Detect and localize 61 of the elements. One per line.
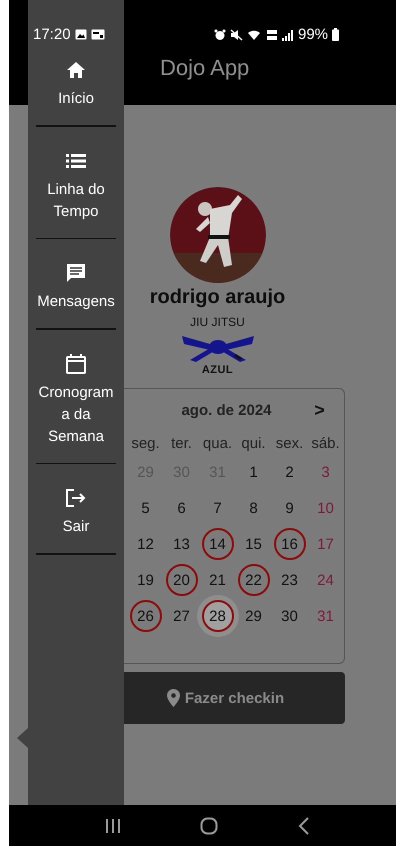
- calendar-day[interactable]: 13: [166, 528, 198, 560]
- calendar-day[interactable]: 1: [238, 456, 270, 488]
- calendar-icon: [65, 352, 87, 374]
- battery-level: 99%: [298, 26, 328, 43]
- calendar-day[interactable]: 31: [310, 600, 342, 632]
- next-month-button[interactable]: >: [312, 400, 328, 420]
- battery-icon: [332, 28, 340, 41]
- calendar-day[interactable]: 9: [274, 492, 306, 524]
- calendar-day[interactable]: 14: [202, 528, 234, 560]
- image-icon: [74, 29, 87, 40]
- drawer-item[interactable]: Linha do Tempo: [28, 126, 124, 238]
- calendar-day[interactable]: 12: [130, 528, 162, 560]
- calendar-day[interactable]: 3: [310, 456, 342, 488]
- calendar-day[interactable]: 10: [310, 492, 342, 524]
- clock-time: 17:20: [33, 26, 71, 43]
- month-title: ago. de 2024: [180, 402, 273, 418]
- card-icon: [90, 29, 105, 40]
- drawer-item[interactable]: Cronograma da Semana: [28, 330, 124, 462]
- home-icon: [66, 61, 86, 79]
- network-icon: [266, 28, 278, 40]
- weekday-label: seg.: [130, 434, 161, 452]
- drawer-item[interactable]: Sair: [28, 464, 124, 553]
- weekday-label: ter.: [170, 434, 193, 452]
- calendar-day[interactable]: 8: [238, 492, 270, 524]
- calendar-day[interactable]: 2: [274, 456, 306, 488]
- calendar-day[interactable]: 27: [166, 600, 198, 632]
- weekday-label: qua.: [202, 434, 234, 452]
- profile-name: rodrigo araujo: [150, 285, 286, 310]
- calendar-day[interactable]: 15: [238, 528, 270, 560]
- recent-apps-icon[interactable]: [104, 818, 121, 834]
- calendar-day[interactable]: 24: [310, 564, 342, 596]
- weekday-label: sáb.: [310, 434, 341, 452]
- calendar-day[interactable]: 17: [310, 528, 342, 560]
- calendar-day[interactable]: 26: [130, 600, 162, 632]
- alarm-icon: [214, 28, 226, 40]
- home-button-icon[interactable]: [200, 816, 218, 834]
- calendar-day[interactable]: 16: [274, 528, 306, 560]
- list-icon: [66, 154, 86, 168]
- belt-label: AZUL: [202, 363, 234, 378]
- signal-icon: [282, 28, 294, 40]
- weekday-label: qui.: [240, 434, 267, 452]
- back-icon[interactable]: [298, 816, 310, 834]
- message-icon: [65, 262, 87, 284]
- logout-icon: [65, 488, 87, 508]
- calendar-day[interactable]: 7: [202, 492, 234, 524]
- calendar-day[interactable]: 5: [130, 492, 162, 524]
- app-title: Dojo App: [160, 55, 250, 81]
- calendar-day[interactable]: 29: [238, 600, 270, 632]
- calendar-day[interactable]: 21: [202, 564, 234, 596]
- weekday-label: sex.: [274, 434, 304, 452]
- calendar-day[interactable]: 22: [238, 564, 270, 596]
- calendar-day[interactable]: 20: [166, 564, 198, 596]
- drawer-item[interactable]: Mensagens: [28, 239, 124, 328]
- location-pin-icon: [166, 689, 180, 707]
- mute-icon: [230, 28, 243, 40]
- calendar-day[interactable]: 6: [166, 492, 198, 524]
- calendar-day[interactable]: 23: [274, 564, 306, 596]
- calendar-day[interactable]: 19: [130, 564, 162, 596]
- calendar-day[interactable]: 30: [274, 600, 306, 632]
- martial-art-label: JIU JITSU: [190, 314, 245, 330]
- wifi-icon: [247, 28, 262, 40]
